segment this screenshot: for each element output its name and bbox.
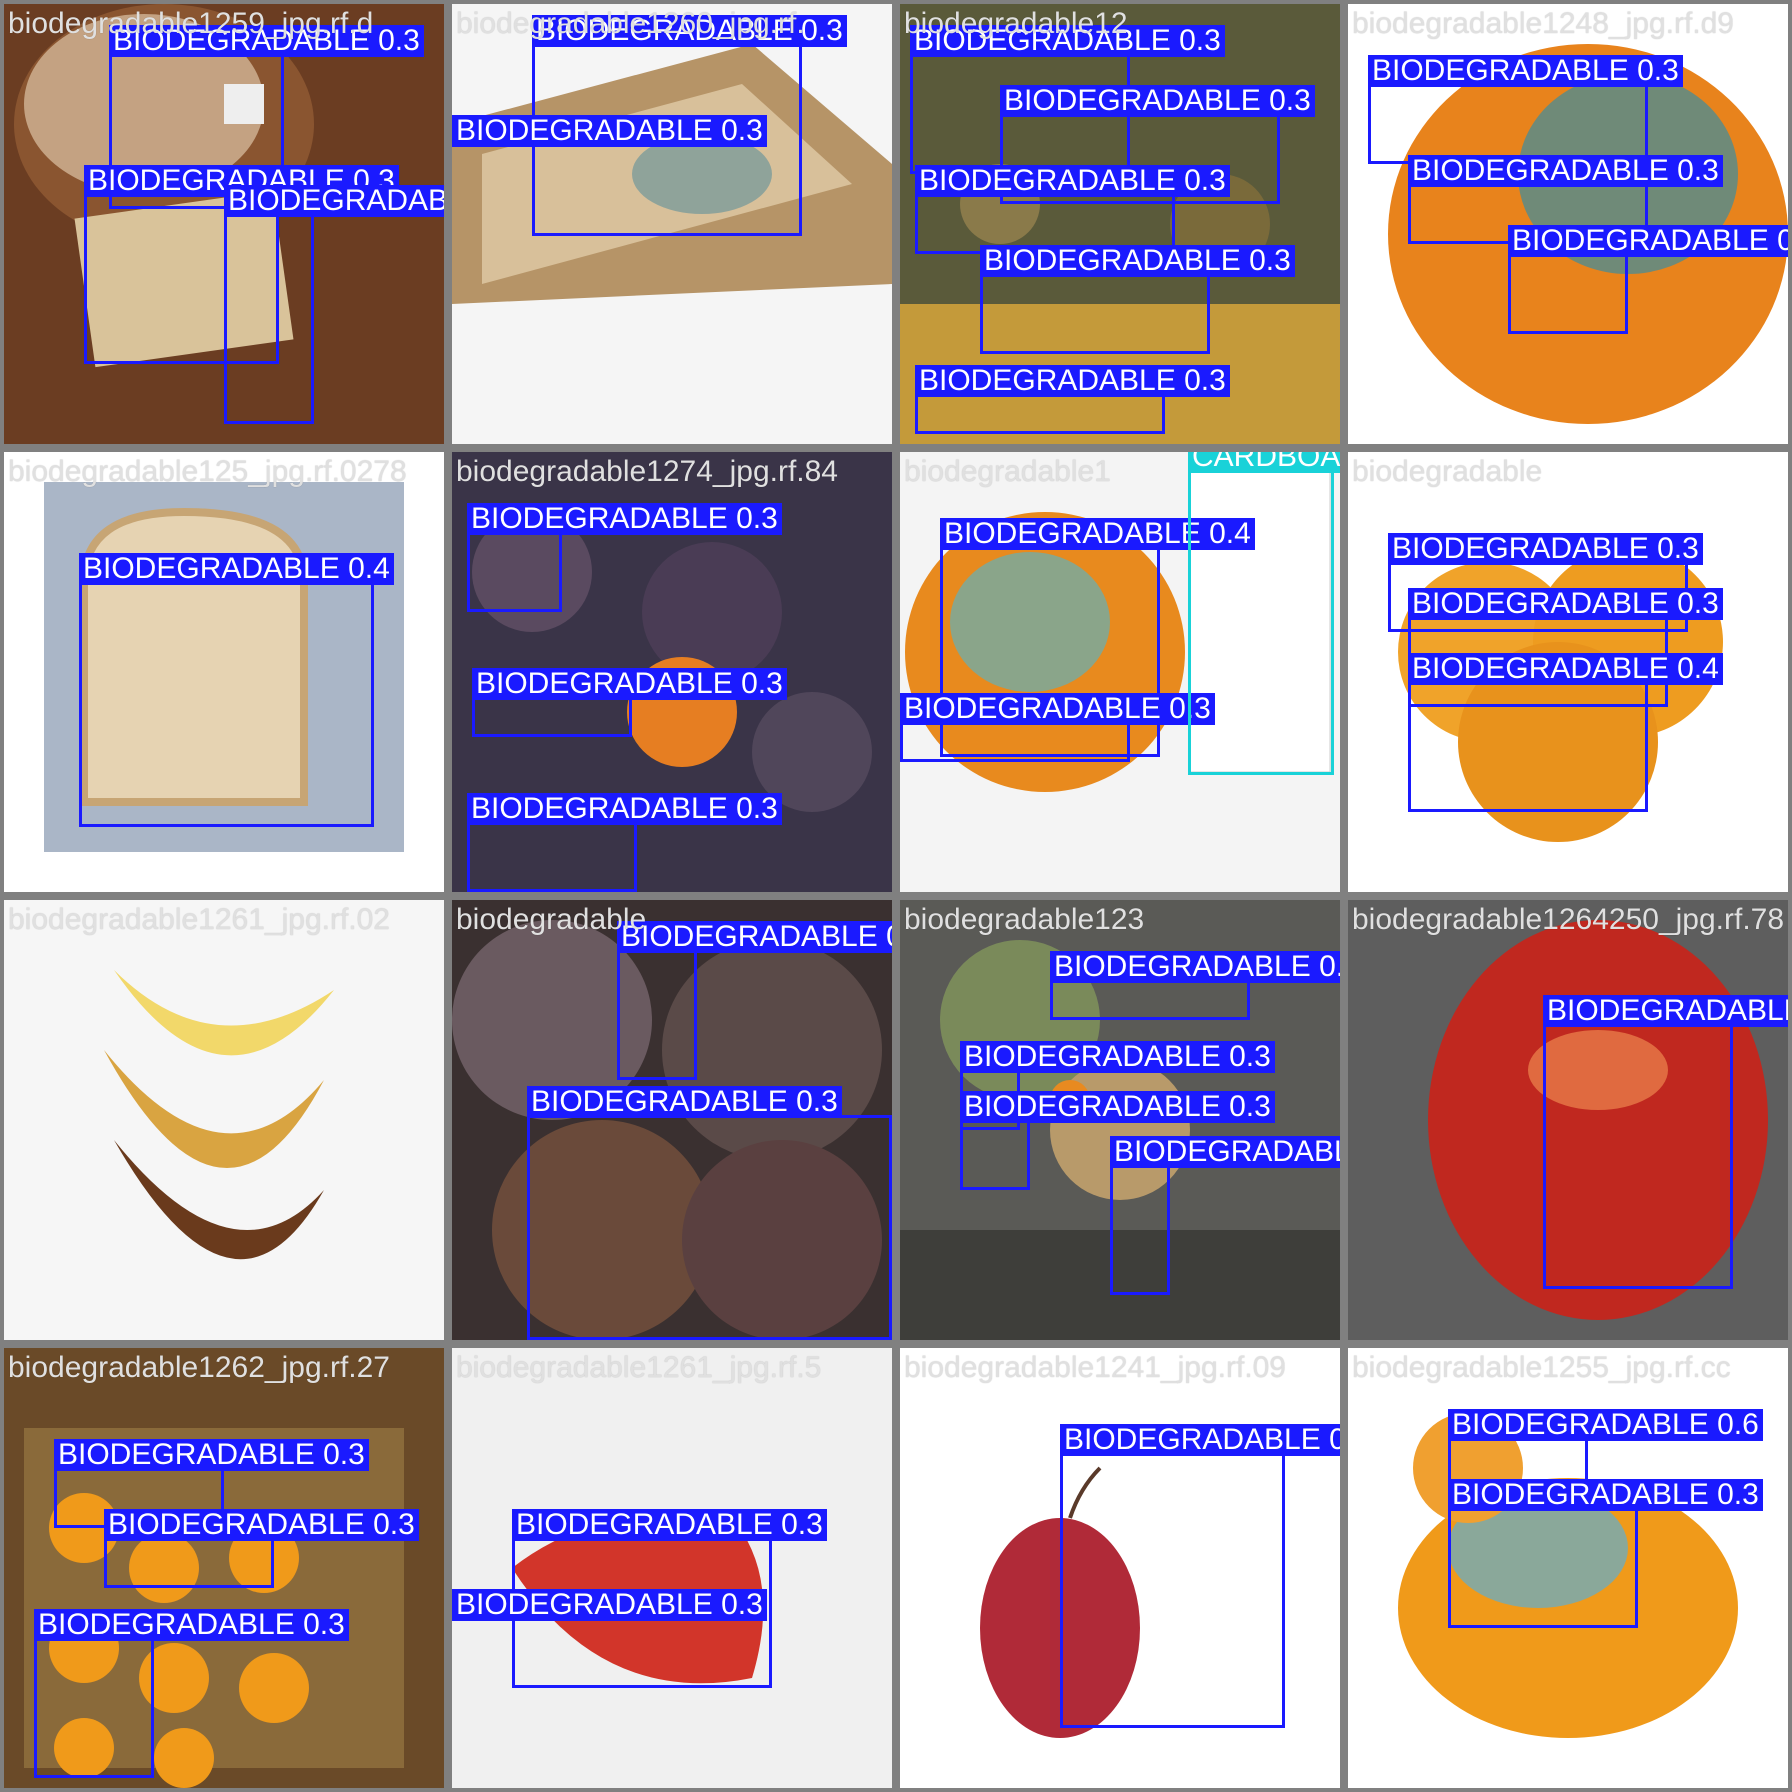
bbox-label: BIODEGRADABLE 0.3: [960, 1091, 1275, 1123]
bbox: BIODEGRADABLE 0.3: [472, 668, 787, 737]
tile-4: biodegradable1248_jpg.rf.d9 BIODEGRADABL…: [1348, 4, 1788, 444]
tile-5: biodegradable125_jpg.rf.0278 BIODEGRADAB…: [4, 452, 444, 892]
tile-filename: biodegradable1255_jpg.rf.cc: [1352, 1351, 1731, 1384]
tile-6: biodegradable1274_jpg.rf.84 BIODEGRADABL…: [452, 452, 892, 892]
bbox-label: BIODEGRADABLE 0.3: [527, 1086, 842, 1118]
bbox: BIODEGRADABLE 0.3: [915, 365, 1230, 434]
bbox: BIODEGRADABLE 0.3: [452, 1589, 767, 1628]
bbox-label: BIODEGRADABLE 0.3: [960, 1041, 1275, 1073]
tile-filename: biodegradable: [1352, 455, 1543, 488]
tile-10: biodegradable BIODEGRADABLE 0.3 BIODEGRA…: [452, 900, 892, 1340]
bbox-label: BIODEGRADABLE 0.3: [1050, 951, 1340, 983]
bbox-label: BIODEGRADABLE 0.3: [34, 1609, 349, 1641]
bbox-label: CARDBOARD 0.3: [1188, 452, 1340, 473]
bbox-label: BIODEGRADABLE 0.3: [467, 503, 782, 535]
bbox-label: BIODEGRADABLE 0.3: [54, 1439, 369, 1471]
tile-filename: biodegradable1: [904, 455, 1111, 488]
tile-filename: biodegradable125_jpg.rf.0278: [8, 455, 407, 488]
tile-1: biodegradable1259_jpg.rf.d BIODEGRADABLE…: [4, 4, 444, 444]
bbox-label: BIODEGRADABLE 0.3: [900, 693, 1215, 725]
tile-12: biodegradable1264250_jpg.rf.78 BIODEGRAD…: [1348, 900, 1788, 1340]
bbox: BIODEGRADABLE 0.3: [34, 1609, 349, 1778]
bbox-label: BIODEGRADABLE 0.3: [1448, 1479, 1763, 1511]
bbox: BIODEGRADABLE 0.3: [452, 115, 767, 154]
bbox: BIODEGRADABLE 0.3: [467, 793, 782, 892]
bbox-label: BIODEGRADABLE 0.3: [915, 365, 1230, 397]
bbox-label: BIODEGRADABLE 0.3: [467, 793, 782, 825]
bbox-label: BIODEGRADABLE 0.3: [1060, 1424, 1340, 1456]
tile-2: biodegradable1260_jpg.rf. BIODEGRADABLE …: [452, 4, 892, 444]
tile-filename: biodegradable12: [904, 7, 1128, 40]
bbox-label: BIODEGRADABLE 0.3: [512, 1509, 827, 1541]
bbox: BIODEGRADABLE 0.4: [79, 553, 394, 827]
tile-9: biodegradable1261_jpg.rf.02: [4, 900, 444, 1340]
tile-filename: biodegradable123: [904, 903, 1145, 936]
tile-8: biodegradable BIODEGRADABLE 0.3 BIODEGRA…: [1348, 452, 1788, 892]
bbox-label: BIODEGRADABLE 0.4: [1408, 653, 1723, 685]
tile-filename: biodegradable1248_jpg.rf.d9: [1352, 7, 1734, 40]
bbox: BIODEGRADABLE 0.3: [1543, 995, 1788, 1289]
bbox: BIODEGRADABLE 0.3: [1060, 1424, 1340, 1728]
bbox: BIODEGRADABLE 0.7: [1508, 225, 1788, 334]
bbox-label: BIODEGRADABLE 0.3: [1110, 1136, 1340, 1168]
tile-14: biodegradable1261_jpg.rf.5 BIODEGRADABLE…: [452, 1348, 892, 1788]
bbox: BIODEGRADABLE 0.4: [1408, 653, 1723, 812]
bbox-cardboard: CARDBOARD 0.3: [1188, 452, 1340, 775]
tile-3: biodegradable12 BIODEGRADABLE 0.3 BIODEG…: [900, 4, 1340, 444]
bbox: BIODEGRADABLE 0.3: [467, 503, 782, 612]
bbox-label: BIODEGRADABLE 0.3: [1388, 533, 1703, 565]
bbox: BIODEGRADABLE 0.3: [527, 1086, 892, 1340]
bbox-label: BIODEGRADABLE 0.3: [1408, 588, 1723, 620]
bbox-label: BIODEGRADABLE 0.3: [472, 668, 787, 700]
bbox: BIODEGRADABLE 0.3: [1368, 55, 1683, 164]
bbox: BIODEGRADABLE 0.3: [1050, 951, 1340, 1020]
bbox-label: BIODEGRADABLE 0.3: [452, 1589, 767, 1621]
bbox: BIODEGRADABLE 0.3: [617, 921, 892, 1080]
bbox: BIODEGRADABLE 0.3: [980, 245, 1295, 354]
tile-filename: biodegradable1259_jpg.rf.d: [8, 7, 374, 40]
bbox-label: BIODEGRADABLE 0.3: [452, 115, 767, 147]
bbox: BIODEGRADABLE 0.3: [104, 1509, 419, 1588]
tile-filename: biodegradable1264250_jpg.rf.78: [1352, 903, 1785, 936]
tile-filename: biodegradable: [456, 903, 647, 936]
bbox-label: BIODEGRADABLE 0.3: [1000, 85, 1315, 117]
bbox-label: BIODEGRADABLE 0.3: [104, 1509, 419, 1541]
tile-filename: biodegradable1262_jpg.rf.27: [8, 1351, 390, 1384]
tile-filename: biodegradable1260_jpg.rf.: [456, 7, 805, 40]
bbox: BIODEGRADABLE 0.3: [1110, 1136, 1340, 1295]
tile-11: biodegradable123 BIODEGRADABLE 0.3 BIODE…: [900, 900, 1340, 1340]
tile-7: biodegradable1 BIODEGRADABLE 0.4 BIODEGR…: [900, 452, 1340, 892]
bbox-label: BIODEGRADABLE 0.3: [1543, 995, 1788, 1027]
detection-grid: biodegradable1259_jpg.rf.d BIODEGRADABLE…: [0, 0, 1792, 1792]
bbox-label: BIODEGRADABLE 0.4: [79, 553, 394, 585]
tile-filename: biodegradable1274_jpg.rf.84: [456, 455, 838, 488]
bbox-label: BIODEGRADABLE 0.4: [224, 185, 444, 217]
tile-16: biodegradable1255_jpg.rf.cc BIODEGRADABL…: [1348, 1348, 1788, 1788]
bbox-label: BIODEGRADABLE 0.3: [980, 245, 1295, 277]
tile-15: biodegradable1241_jpg.rf.09 BIODEGRADABL…: [900, 1348, 1340, 1788]
bbox-label: BIODEGRADABLE 0.3: [1368, 55, 1683, 87]
bbox-label: BIODEGRADABLE 0.3: [1408, 155, 1723, 187]
bbox-label: BIODEGRADABLE 0.3: [915, 165, 1230, 197]
tile-filename: biodegradable1261_jpg.rf.5: [456, 1351, 822, 1384]
tile-image-bananas: [4, 900, 444, 1340]
bbox-label: BIODEGRADABLE 0.6: [1448, 1409, 1763, 1441]
bbox: BIODEGRADABLE 0.3: [960, 1091, 1275, 1190]
bbox: BIODEGRADABLE 0.3: [1448, 1479, 1763, 1628]
bbox: BIODEGRADABLE 0.3: [900, 693, 1215, 762]
tile-filename: biodegradable1261_jpg.rf.02: [8, 903, 390, 936]
bbox-label: BIODEGRADABLE 0.3: [617, 921, 892, 953]
bbox-label: BIODEGRADABLE 0.7: [1508, 225, 1788, 257]
tile-13: biodegradable1262_jpg.rf.27 BIODEGRADABL…: [4, 1348, 444, 1788]
bbox: BIODEGRADABLE 0.4: [224, 185, 444, 424]
tile-filename: biodegradable1241_jpg.rf.09: [904, 1351, 1286, 1384]
